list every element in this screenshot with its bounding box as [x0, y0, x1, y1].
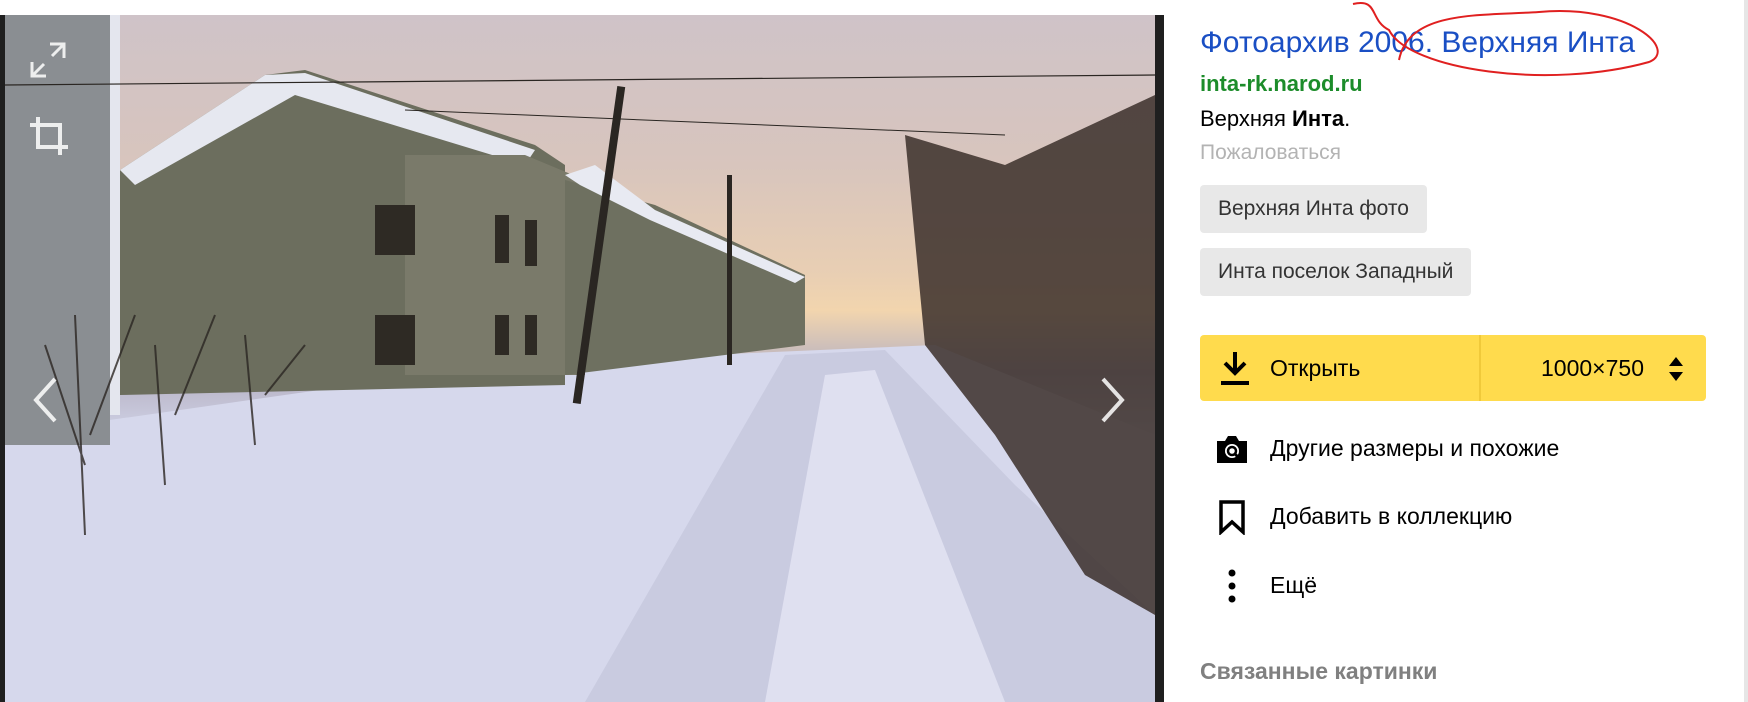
description-text: Верхняя — [1200, 106, 1292, 131]
more-label: Ещё — [1270, 572, 1318, 598]
other-sizes-label: Другие размеры и похожие — [1270, 435, 1560, 461]
red-circle-annotation — [1352, 1, 1659, 77]
photo-scene — [5, 15, 1155, 702]
chevron-right-icon[interactable] — [1098, 375, 1128, 430]
result-description: Верхняя Инта. — [1200, 106, 1350, 132]
crop-icon[interactable] — [28, 115, 70, 162]
open-image-button[interactable]: Открыть 1000×750 — [1200, 335, 1706, 401]
open-button-label: Открыть — [1270, 355, 1361, 381]
sort-arrows-icon[interactable] — [1666, 355, 1686, 383]
tag-button[interactable]: Инта поселок Западный — [1200, 248, 1472, 296]
more-action[interactable]: Ещё — [1200, 560, 1706, 610]
tag-button[interactable]: Верхняя Инта фото — [1200, 185, 1427, 233]
expand-icon[interactable] — [28, 40, 68, 85]
report-link[interactable]: Пожаловаться — [1200, 141, 1341, 165]
size-selector[interactable]: 1000×750 — [1541, 355, 1644, 382]
download-icon — [1221, 352, 1249, 385]
open-button-divider — [1479, 335, 1481, 401]
more-vertical-icon — [1228, 569, 1236, 603]
description-end: . — [1344, 106, 1351, 131]
scrollbar[interactable] — [1744, 0, 1748, 702]
bookmark-icon — [1219, 500, 1245, 535]
related-images-heading: Связанные картинки — [1200, 658, 1438, 684]
details-panel: Фотоархив 2006. Верхняя Инта inta-rk.nar… — [1164, 0, 1748, 702]
add-collection-action[interactable]: Добавить в коллекцию — [1200, 491, 1706, 541]
other-sizes-action[interactable]: Другие размеры и похожие — [1200, 423, 1706, 473]
source-host-link[interactable]: inta-rk.narod.ru — [1200, 71, 1363, 97]
description-highlight: Инта — [1292, 106, 1345, 131]
image-viewer — [0, 0, 1164, 702]
add-collection-label: Добавить в коллекцию — [1270, 503, 1513, 529]
viewer-top-strip — [0, 0, 1164, 15]
preview-image[interactable] — [5, 15, 1155, 702]
camera-search-icon — [1217, 436, 1247, 463]
chevron-left-icon[interactable] — [30, 375, 60, 430]
